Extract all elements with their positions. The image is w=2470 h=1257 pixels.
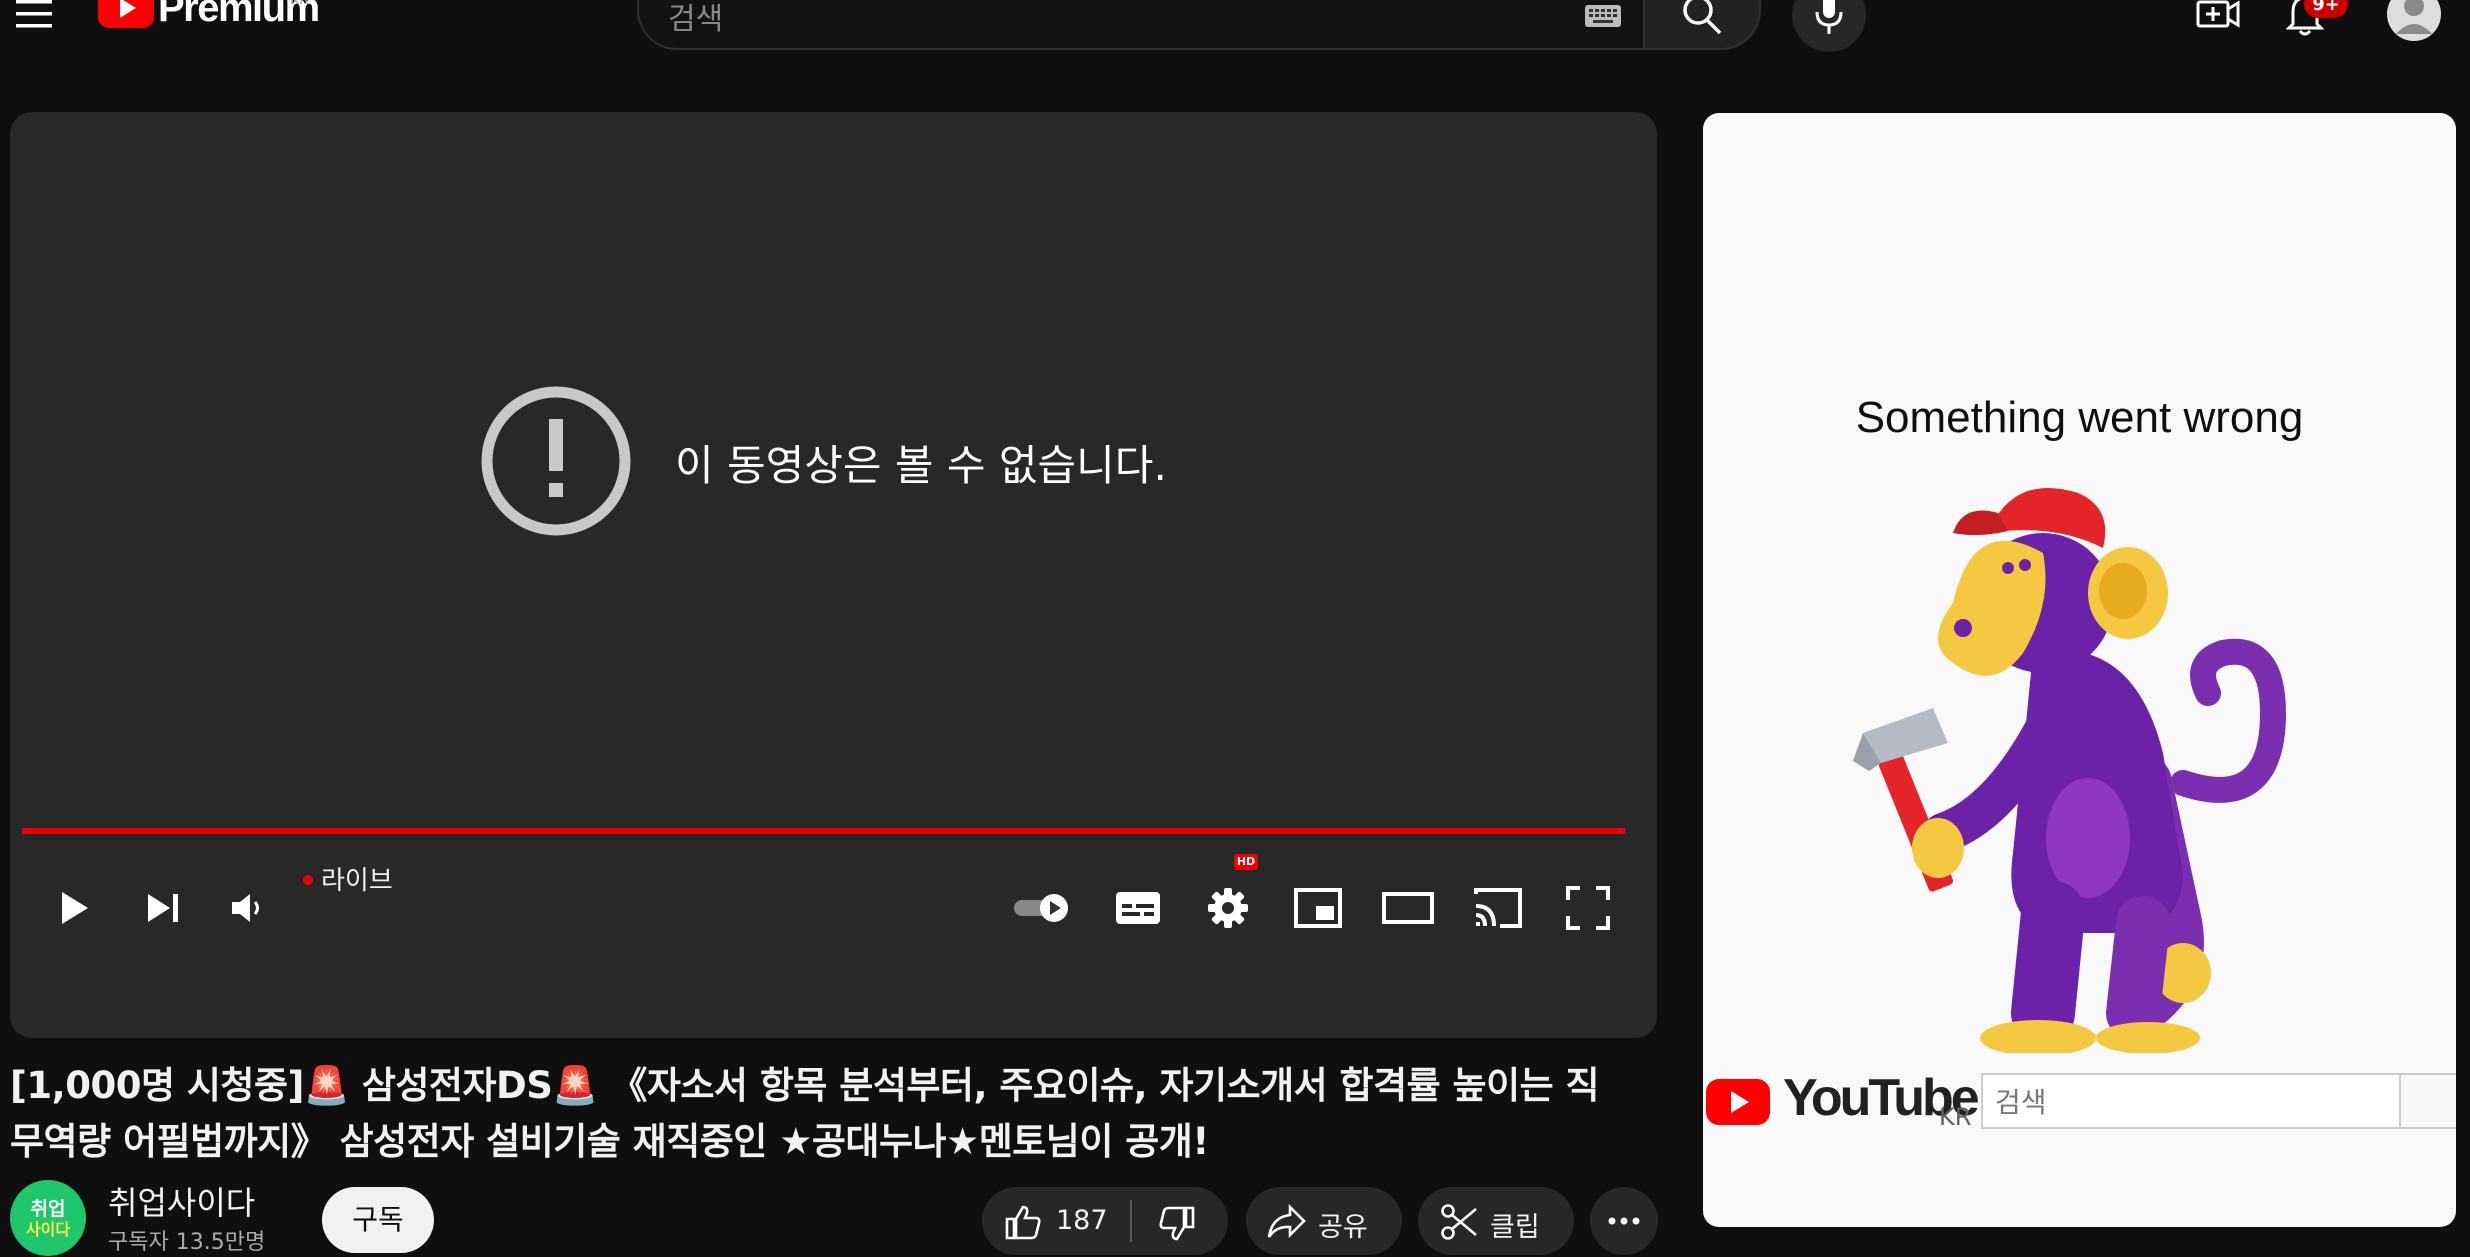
youtube-logo-icon[interactable] [98, 0, 154, 30]
live-indicator-dot [303, 875, 313, 885]
panel-country-code: KR [1939, 1103, 1972, 1131]
scissors-icon[interactable] [1440, 1203, 1478, 1241]
video-title-line-2: 무역량 어필법까지》 삼성전자 설비기술 재직중인 ★공대누나★멘토님이 공개! [10, 1120, 1209, 1163]
channel-name[interactable]: 취업사이다 [108, 1178, 255, 1224]
like-divider [1130, 1200, 1132, 1242]
error-exclamation-icon [481, 386, 631, 536]
logo-country-code: KR [290, 0, 309, 8]
video-title: [1,000명 시청중]🚨 삼성전자DS🚨 《자소서 항목 분석부터, 주요이슈… [10, 1058, 1660, 1170]
panel-search-button[interactable] [2401, 1073, 2456, 1129]
keyboard-icon[interactable] [1584, 4, 1622, 28]
progress-bar[interactable] [22, 828, 1625, 834]
cast-icon[interactable] [1472, 882, 1524, 934]
next-icon[interactable] [138, 882, 190, 934]
monkey-illustration-icon [1853, 488, 2287, 1053]
like-count[interactable]: 187 [1056, 1205, 1108, 1236]
live-label[interactable]: 라이브 [321, 860, 393, 897]
notification-badge[interactable]: 9+ [2304, 0, 2348, 18]
subtitles-icon[interactable] [1112, 882, 1164, 934]
theater-mode-icon[interactable] [1382, 882, 1434, 934]
subscribe-button[interactable]: 구독 [322, 1187, 434, 1253]
player-error-message: 이 동영상은 볼 수 없습니다. [675, 441, 1167, 490]
search-input[interactable] [637, 0, 1644, 50]
share-label[interactable]: 공유 [1318, 1205, 1368, 1244]
fullscreen-icon[interactable] [1562, 882, 1614, 934]
menu-icon[interactable] [12, 0, 56, 30]
mic-icon[interactable] [1814, 0, 1844, 36]
search-icon[interactable] [1680, 0, 1726, 36]
avatar-icon[interactable] [2386, 0, 2442, 42]
channel-avatar[interactable]: 취업 사이다 [10, 1180, 86, 1256]
more-icon[interactable] [1604, 1210, 1644, 1232]
channel-avatar-line-2: 사이다 [25, 1220, 71, 1239]
search-placeholder: 검색 [668, 2, 724, 37]
miniplayer-icon[interactable] [1292, 882, 1344, 934]
like-icon[interactable] [1004, 1204, 1042, 1240]
clip-label[interactable]: 클립 [1490, 1205, 1540, 1244]
subscriber-count: 구독자 13.5만명 [108, 1230, 266, 1255]
panel-error-message: Something went wrong [1855, 393, 2304, 442]
share-icon[interactable] [1266, 1204, 1306, 1240]
hd-badge: HD [1234, 854, 1258, 870]
autoplay-toggle-icon[interactable] [1010, 882, 1080, 934]
video-title-line-1: [1,000명 시청중]🚨 삼성전자DS🚨 《자소서 항목 분석부터, 주요이슈… [10, 1064, 1600, 1107]
settings-icon[interactable] [1202, 882, 1254, 934]
create-icon[interactable] [2196, 0, 2240, 34]
volume-icon[interactable] [222, 882, 274, 934]
dislike-icon[interactable] [1158, 1206, 1196, 1242]
chat-error-panel: Something went wrong YouTube KR 검색 [1703, 113, 2456, 1227]
play-icon[interactable] [48, 882, 100, 934]
panel-search-placeholder: 검색 [1995, 1086, 2047, 1119]
youtube-logo-icon[interactable] [1706, 1075, 1770, 1129]
